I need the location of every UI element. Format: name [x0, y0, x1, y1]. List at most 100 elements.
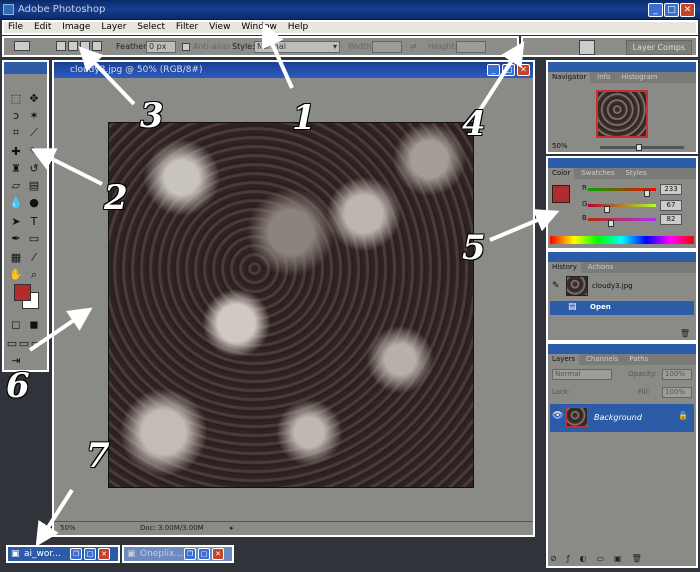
zoom-level[interactable]: 50%: [60, 524, 76, 532]
blue-channel-value[interactable]: 82: [660, 214, 682, 225]
screen-mode-full-icon[interactable]: ▭: [30, 337, 42, 351]
zoom-tool-icon[interactable]: ⌕: [26, 268, 42, 282]
taskbar-restore-button[interactable]: ❐: [70, 548, 82, 560]
doc-size-info[interactable]: Doc: 3.00M/3.00M: [140, 524, 204, 532]
color-foreground-swatch[interactable]: [552, 185, 570, 203]
eraser-tool-icon[interactable]: ▱: [8, 179, 24, 193]
document-title-bar[interactable]: cloudy3.jpg @ 50% (RGB/8#) _ □ ✕: [54, 62, 533, 78]
menu-view[interactable]: View: [205, 22, 234, 33]
taskbar-close-button[interactable]: ✕: [98, 548, 110, 560]
tab-channels[interactable]: Channels: [582, 354, 622, 365]
tab-history[interactable]: History: [548, 262, 581, 273]
green-channel-value[interactable]: 67: [660, 200, 682, 211]
intersect-selection-icon[interactable]: [92, 41, 102, 51]
gradient-tool-icon[interactable]: ▤: [26, 179, 42, 193]
slice-tool-icon[interactable]: ⟋: [26, 126, 42, 140]
blue-channel-knob[interactable]: [607, 220, 614, 227]
width-input[interactable]: [372, 41, 402, 53]
menu-image[interactable]: Image: [58, 22, 94, 33]
menu-filter[interactable]: Filter: [172, 22, 202, 33]
history-delete-icon[interactable]: 🗑: [680, 329, 690, 338]
layers-footer-icons[interactable]: ⊘ƒ◐▭▣🗑: [550, 554, 694, 564]
status-menu-arrow-icon[interactable]: ▸: [230, 524, 234, 532]
taskbar-maximize-button[interactable]: □: [198, 548, 210, 560]
path-selection-tool-icon[interactable]: ➤: [8, 215, 24, 229]
navigator-zoom-knob[interactable]: [636, 144, 642, 151]
taskbar-maximize-button[interactable]: □: [84, 548, 96, 560]
tab-info[interactable]: Info: [593, 72, 614, 83]
tab-paths[interactable]: Paths: [625, 354, 652, 365]
history-step-row[interactable]: ▤ Open: [550, 301, 694, 315]
minimize-button[interactable]: _: [648, 3, 663, 17]
quick-mask-off-icon[interactable]: ◻: [8, 318, 24, 332]
navigator-thumbnail[interactable]: [596, 90, 648, 138]
tab-layer-comps[interactable]: Layer Comps: [625, 40, 692, 55]
tab-swatches[interactable]: Swatches: [577, 168, 618, 179]
opacity-input[interactable]: 100%: [662, 369, 692, 380]
menu-layer[interactable]: Layer: [97, 22, 130, 33]
marquee-tool-icon[interactable]: ⬚: [8, 92, 24, 106]
tab-histogram[interactable]: Histogram: [617, 72, 661, 83]
menu-help[interactable]: Help: [284, 22, 313, 33]
history-brush-tool-icon[interactable]: ↺: [26, 162, 42, 176]
doc-maximize-button[interactable]: □: [502, 64, 515, 76]
close-button[interactable]: ✕: [680, 3, 695, 17]
red-channel-knob[interactable]: [644, 190, 651, 197]
maximize-button[interactable]: □: [664, 3, 679, 17]
layer-row-background[interactable]: 👁 Background 🔒: [550, 404, 694, 432]
tab-color[interactable]: Color: [548, 168, 575, 179]
menu-window[interactable]: Window: [237, 22, 281, 33]
tab-actions[interactable]: Actions: [584, 262, 618, 273]
feather-input[interactable]: 0 px: [146, 41, 176, 53]
green-channel-slider[interactable]: [588, 204, 656, 207]
dodge-tool-icon[interactable]: ●: [26, 196, 42, 210]
clone-stamp-tool-icon[interactable]: ♜: [8, 162, 24, 176]
subtract-selection-icon[interactable]: [80, 41, 90, 51]
menu-select[interactable]: Select: [133, 22, 169, 33]
blue-channel-slider[interactable]: [588, 218, 656, 221]
red-channel-value[interactable]: 233: [660, 184, 682, 195]
green-channel-knob[interactable]: [604, 206, 611, 213]
file-browser-icon[interactable]: [579, 40, 595, 55]
hand-tool-icon[interactable]: ✋: [8, 268, 24, 282]
antialias-checkbox[interactable]: [182, 43, 190, 51]
screen-mode-full-menu-icon[interactable]: ▭: [18, 337, 30, 351]
layer-visibility-eye-icon[interactable]: 👁: [552, 411, 563, 421]
blur-tool-icon[interactable]: 💧: [8, 196, 24, 210]
tool-preset-picker[interactable]: [14, 41, 30, 51]
tab-navigator[interactable]: Navigator: [548, 72, 591, 83]
history-snapshot-row[interactable]: ✎ cloudy3.jpg: [550, 276, 694, 298]
magic-wand-tool-icon[interactable]: ✶: [26, 109, 42, 123]
foreground-color-swatch[interactable]: [14, 284, 31, 301]
move-tool-icon[interactable]: ✥: [26, 92, 42, 106]
eyedropper-tool-icon[interactable]: ⁄: [26, 251, 42, 265]
menu-edit[interactable]: Edit: [30, 22, 55, 33]
quick-mask-on-icon[interactable]: ◼: [26, 318, 42, 332]
color-spectrum-ramp[interactable]: [550, 236, 694, 244]
navigator-zoom-value[interactable]: 50%: [552, 142, 568, 150]
brush-tool-icon[interactable]: ✎: [26, 145, 42, 159]
doc-minimize-button[interactable]: _: [487, 64, 500, 76]
taskbar-close-button[interactable]: ✕: [212, 548, 224, 560]
image-canvas[interactable]: [108, 122, 474, 488]
tab-styles[interactable]: Styles: [621, 168, 650, 179]
shape-tool-icon[interactable]: ▭: [26, 232, 42, 246]
pen-tool-icon[interactable]: ✒: [8, 232, 24, 246]
taskbar-restore-button[interactable]: ❐: [184, 548, 196, 560]
screen-mode-standard-icon[interactable]: ▭: [6, 337, 18, 351]
new-selection-icon[interactable]: [56, 41, 66, 51]
taskbar-item-ai-wor[interactable]: ▣ ai_wor... ❐ □ ✕: [6, 545, 120, 563]
doc-close-button[interactable]: ✕: [517, 64, 530, 76]
menu-file[interactable]: File: [4, 22, 27, 33]
crop-tool-icon[interactable]: ⌗: [8, 126, 24, 140]
navigator-zoom-slider[interactable]: [600, 146, 684, 149]
swap-icon[interactable]: ⇄: [410, 42, 417, 51]
add-selection-icon[interactable]: [68, 41, 78, 51]
blend-mode-select[interactable]: Normal: [552, 369, 612, 380]
type-tool-icon[interactable]: T: [26, 215, 42, 229]
lasso-tool-icon[interactable]: ↄ: [8, 109, 24, 123]
height-input[interactable]: [456, 41, 486, 53]
taskbar-item-oneplix[interactable]: ▣ Oneplix... ❐ □ ✕: [122, 545, 234, 563]
notes-tool-icon[interactable]: ▦: [8, 251, 24, 265]
tab-layers[interactable]: Layers: [548, 354, 580, 365]
